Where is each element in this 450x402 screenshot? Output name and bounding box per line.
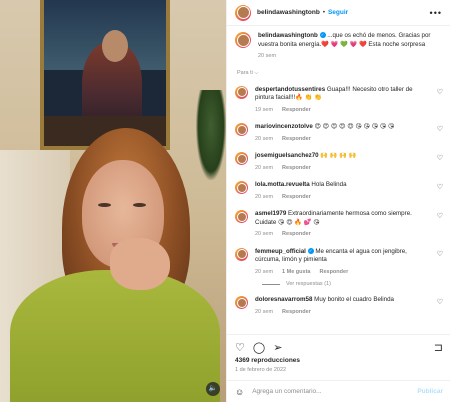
comment-username[interactable]: mariovincenzotolve — [255, 123, 313, 130]
reply-button[interactable]: Responder — [282, 164, 311, 173]
comment-time[interactable]: 20 sem — [255, 230, 273, 239]
like-comment-heart-icon[interactable]: ♡ — [433, 250, 443, 258]
verified-badge-icon: ✓ — [319, 32, 326, 39]
avatar[interactable] — [235, 247, 248, 261]
post-footer: ♡ ◯ ➢ ⊐ 4369 reproducciones 1 de febrero… — [227, 334, 450, 402]
share-send-icon[interactable]: ➢ — [273, 341, 282, 354]
reply-button[interactable]: Responder — [319, 268, 348, 277]
reply-button[interactable]: Responder — [282, 106, 311, 115]
caption-time[interactable]: 20 sem — [258, 52, 276, 61]
avatar[interactable] — [235, 85, 248, 99]
right-eye — [133, 203, 146, 207]
verified-badge-icon: ✓ — [307, 247, 314, 254]
comment-username[interactable]: asmel1979 — [255, 210, 286, 217]
comment-item: femmeup_official ✓ Me encanta el agua co… — [235, 247, 443, 277]
like-comment-heart-icon[interactable]: ♡ — [433, 212, 443, 220]
comments-list[interactable]: belindawashingtonb ✓ ...que os echó de m… — [227, 26, 450, 334]
post-caption: belindawashingtonb ✓ ...que os echó de m… — [235, 32, 443, 61]
comment-text: 🙌 🙌 🙌 🙌 — [320, 152, 357, 159]
comment-item: asmel1979 Extraordinariamente hermosa co… — [235, 210, 443, 239]
comment-time[interactable]: 20 sem — [255, 135, 273, 144]
wall-painting — [40, 0, 170, 150]
comment-bubble-icon[interactable]: ◯ — [253, 341, 265, 354]
emoji-icon[interactable]: ☺ — [235, 387, 244, 397]
caption-username[interactable]: belindawashingtonb — [258, 32, 318, 39]
like-comment-heart-icon[interactable]: ♡ — [433, 154, 443, 162]
comment-time[interactable]: 19 sem — [255, 106, 273, 115]
comment-username[interactable]: lola.motta.revuelta — [255, 181, 310, 188]
comment-text: Muy bonito el cuadro Belinda — [314, 296, 394, 303]
comment-username[interactable]: despertandotussentires — [255, 86, 325, 93]
more-options-icon[interactable]: ••• — [430, 8, 442, 18]
comment-item: despertandotussentires Guapa!!! Necesito… — [235, 85, 443, 115]
comment-text: Hola Belinda — [311, 181, 347, 188]
bookmark-icon[interactable]: ⊐ — [434, 341, 443, 354]
comment-time[interactable]: 20 sem — [255, 308, 273, 317]
author-username[interactable]: belindawashingtonb — [257, 9, 320, 16]
follow-button[interactable]: Seguir — [328, 9, 348, 16]
view-replies-button[interactable]: Ver respuestas (1) — [262, 281, 443, 287]
comment-time[interactable]: 20 sem — [255, 193, 273, 202]
like-comment-heart-icon[interactable]: ♡ — [433, 125, 443, 133]
action-bar: ♡ ◯ ➢ ⊐ — [227, 335, 450, 355]
post-comment-button[interactable]: Publicar — [417, 388, 443, 395]
replies-line — [262, 283, 280, 285]
avatar[interactable] — [235, 32, 251, 48]
plant — [196, 90, 226, 180]
comment-item: doloresnavarrom58 Muy bonito el cuadro B… — [235, 296, 443, 316]
avatar[interactable] — [235, 123, 248, 136]
view-replies-label: Ver respuestas (1) — [286, 281, 331, 287]
avatar[interactable] — [235, 210, 248, 223]
green-sweater — [10, 270, 220, 402]
comment-time[interactable]: 20 sem — [255, 164, 273, 173]
comment-username[interactable]: femmeup_official — [255, 248, 306, 255]
comment-text: 😍 😍 😍 😍 😍 😘 😘 😘 😘 😘 — [314, 123, 395, 130]
reply-button[interactable]: Responder — [282, 308, 311, 317]
reply-button[interactable]: Responder — [282, 193, 311, 202]
avatar[interactable] — [235, 4, 251, 21]
comment-item: lola.motta.revuelta Hola Belinda 20 sem … — [235, 181, 443, 201]
like-comment-heart-icon[interactable]: ♡ — [433, 88, 443, 96]
likes-count[interactable]: 1 Me gusta — [282, 268, 310, 277]
post-date[interactable]: 1 de febrero de 2022 — [227, 364, 450, 373]
like-comment-heart-icon[interactable]: ♡ — [433, 298, 443, 306]
comment-username[interactable]: doloresnavarrom58 — [255, 296, 312, 303]
comment-item: mariovincenzotolve 😍 😍 😍 😍 😍 😘 😘 😘 😘 😘 2… — [235, 123, 443, 143]
post-sidebar: belindawashingtonb • Seguir ••• belindaw… — [226, 0, 450, 402]
hand — [110, 238, 170, 290]
left-eye — [98, 203, 111, 207]
comments-filter[interactable]: Para ti ⌵ — [237, 70, 443, 77]
avatar[interactable] — [235, 181, 248, 194]
post-video[interactable]: 🔈 — [0, 0, 226, 402]
like-comment-heart-icon[interactable]: ♡ — [433, 183, 443, 191]
separator-dot: • — [322, 9, 325, 16]
comment-time[interactable]: 20 sem — [255, 268, 273, 277]
add-comment-bar: ☺ Agrega un comentario... Publicar — [227, 380, 450, 402]
comment-username[interactable]: josemiguelsanchez70 — [255, 152, 319, 159]
views-count[interactable]: 4369 reproducciones — [227, 355, 450, 364]
volume-icon[interactable]: 🔈 — [206, 382, 220, 396]
comment-item: josemiguelsanchez70 🙌 🙌 🙌 🙌 20 sem Respo… — [235, 152, 443, 172]
avatar[interactable] — [235, 152, 248, 165]
like-heart-icon[interactable]: ♡ — [235, 341, 245, 354]
comment-input[interactable]: Agrega un comentario... — [252, 388, 321, 395]
reply-button[interactable]: Responder — [282, 230, 311, 239]
avatar[interactable] — [235, 296, 248, 309]
post-header: belindawashingtonb • Seguir ••• — [227, 0, 450, 26]
reply-button[interactable]: Responder — [282, 135, 311, 144]
